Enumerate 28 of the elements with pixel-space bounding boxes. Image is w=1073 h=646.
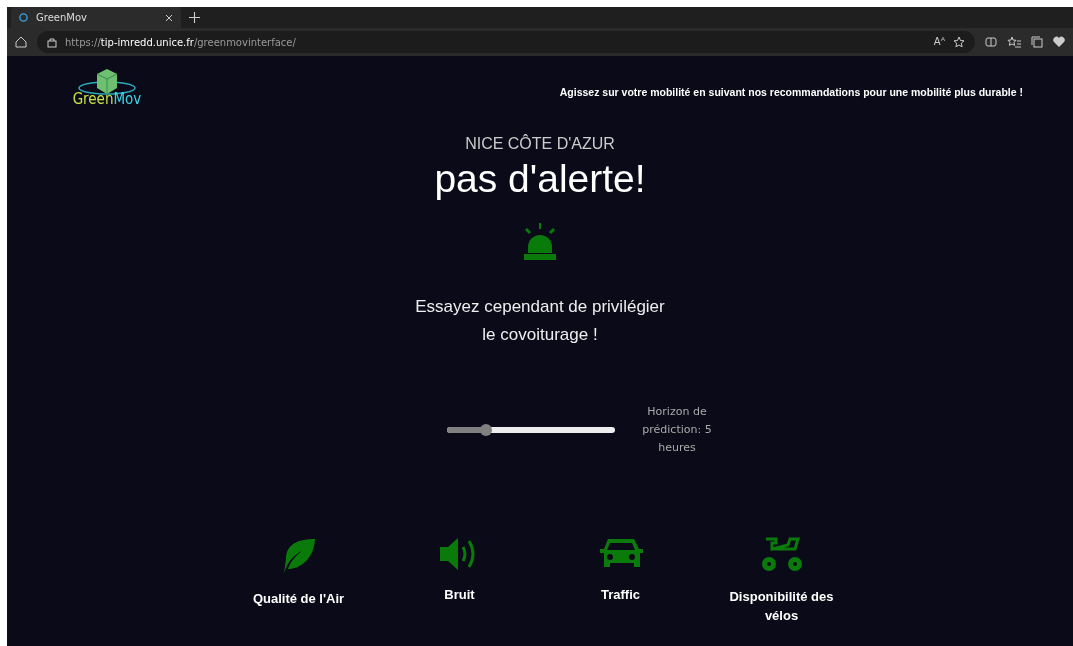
home-icon[interactable]: [15, 36, 27, 48]
globe-icon: [19, 13, 28, 22]
category-label[interactable]: Disponibilité des vélos: [729, 587, 834, 625]
logo-text: GreenMov: [72, 90, 142, 108]
split-view-icon[interactable]: [985, 36, 997, 48]
alert-status: pas d'alerte!: [434, 157, 646, 201]
favorites-icon[interactable]: [1007, 36, 1021, 48]
address-bar[interactable]: https://tip-imredd.unice.fr/greenmovinterface/ Aᴬ: [37, 31, 975, 53]
plus-icon[interactable]: [189, 12, 200, 23]
star-icon[interactable]: [953, 36, 965, 48]
category-label[interactable]: Qualité de l'Air: [252, 589, 345, 608]
bike-icon: [759, 537, 804, 573]
category-label[interactable]: Bruit: [444, 585, 475, 604]
tagline: Agissez sur votre mobilité en suivant nos recommandations pour une mobilité plus durable !: [559, 86, 1023, 98]
category-label[interactable]: Traffic: [601, 585, 640, 604]
lock-icon: [47, 36, 57, 48]
read-aloud-button[interactable]: Aᴬ: [933, 37, 945, 47]
horizon-slider[interactable]: [447, 427, 615, 433]
horizon-label: Horizon de prédiction: 5 heures: [641, 404, 713, 456]
browser-tab[interactable]: GreenMov: [11, 7, 181, 28]
heart-icon[interactable]: [1053, 36, 1065, 48]
tab-title: GreenMov: [36, 12, 88, 23]
slider-thumb[interactable]: [479, 424, 492, 436]
collections-icon[interactable]: [1031, 36, 1043, 48]
advice-text: Essayez cependant de privilégier le covoiturage !: [415, 296, 665, 346]
region-title: NICE CÔTE D'AZUR: [465, 135, 615, 153]
url-text: https://tip-imredd.unice.fr/greenmovinterface/: [65, 36, 296, 48]
close-icon[interactable]: [165, 13, 173, 22]
